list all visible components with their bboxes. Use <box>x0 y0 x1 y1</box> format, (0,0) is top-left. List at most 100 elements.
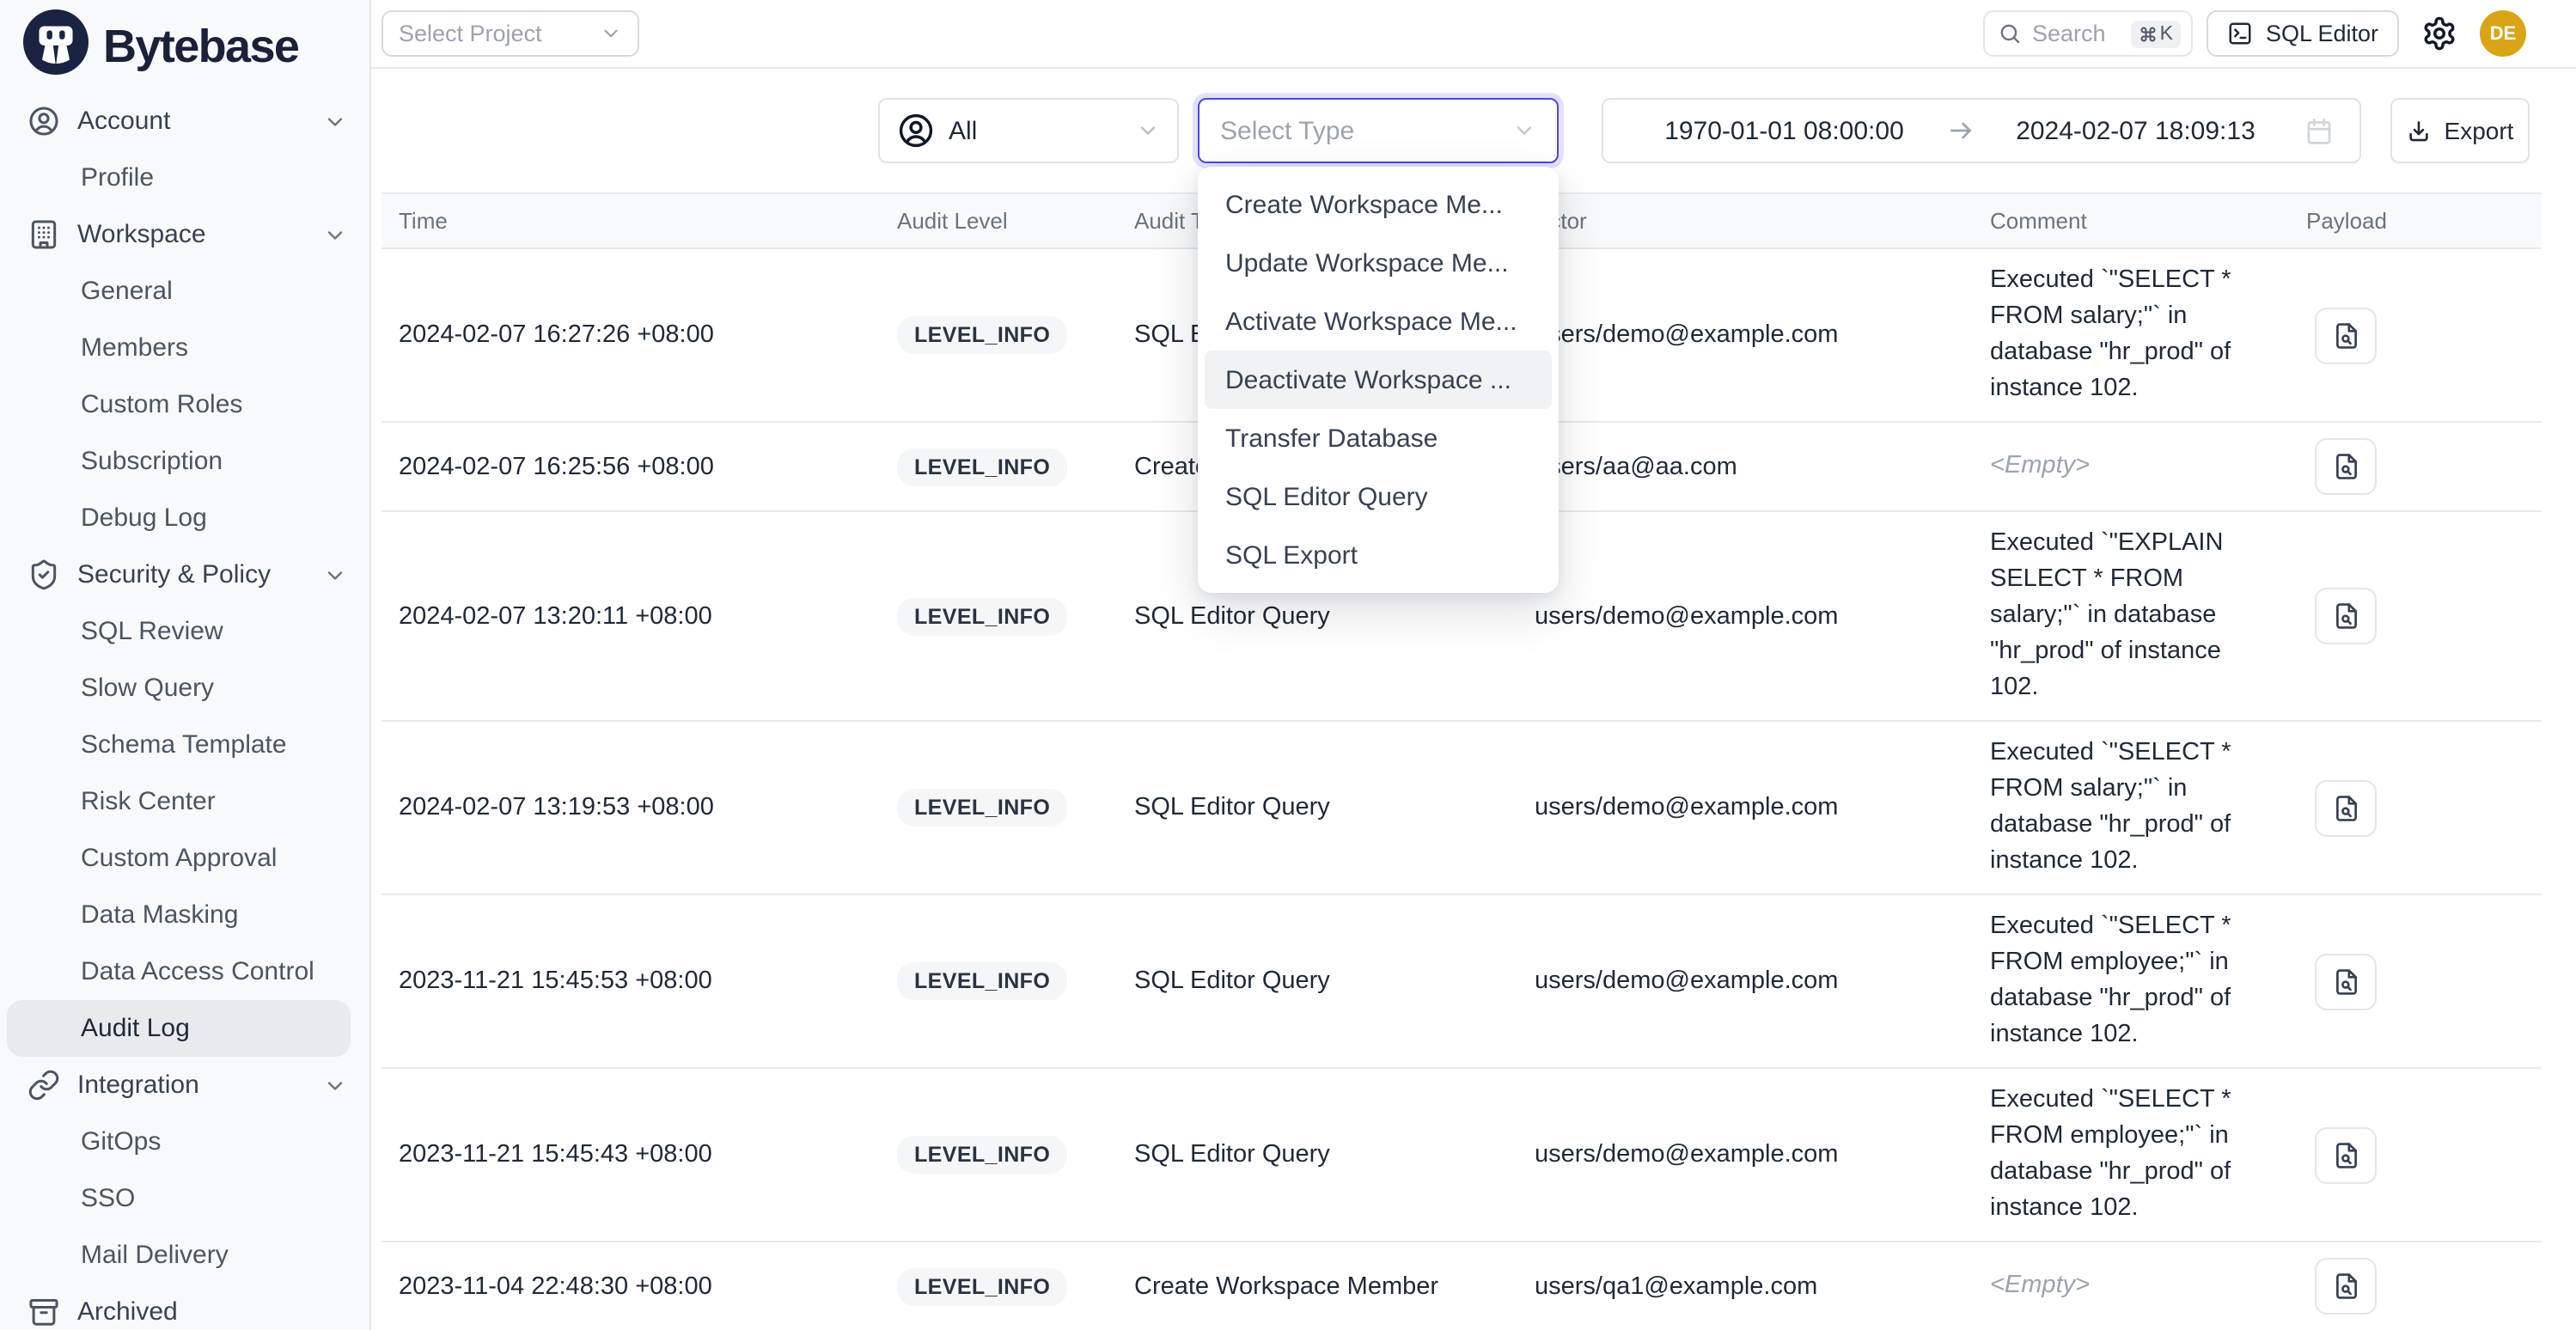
payload-view-button[interactable] <box>2315 1126 2377 1183</box>
bytebase-logo-icon <box>22 9 89 84</box>
table-row: 2023-11-21 15:45:43 +08:00 LEVEL_INFO SQ… <box>382 1069 2542 1242</box>
date-from: 1970-01-01 08:00:00 <box>1629 116 1939 145</box>
audit-level-badge: LEVEL_INFO <box>897 1267 1067 1305</box>
menu-item-create-workspace-member[interactable]: Create Workspace Me... <box>1205 175 1552 234</box>
download-icon <box>2407 118 2433 143</box>
file-search-icon <box>2331 967 2360 996</box>
cell-time: 2023-11-21 15:45:53 +08:00 <box>382 967 897 995</box>
column-header-comment: Comment <box>1990 208 2306 234</box>
cell-time: 2024-02-07 13:19:53 +08:00 <box>382 794 897 821</box>
chevron-down-icon <box>323 563 347 587</box>
payload-view-button[interactable] <box>2315 779 2377 836</box>
sidebar-nav: Account Profile Workspace General Member… <box>0 93 369 1330</box>
export-button[interactable]: Export <box>2390 98 2530 163</box>
payload-view-button[interactable] <box>2315 588 2377 644</box>
sidebar-item-custom-roles[interactable]: Custom Roles <box>0 376 369 433</box>
sidebar-item-risk-center[interactable]: Risk Center <box>0 773 369 830</box>
sidebar-item-subscription[interactable]: Subscription <box>0 433 369 490</box>
type-filter-select[interactable]: Select Type <box>1198 98 1559 163</box>
shield-check-icon <box>27 558 60 591</box>
chevron-down-icon <box>323 223 347 247</box>
menu-item-sql-editor-query[interactable]: SQL Editor Query <box>1205 467 1552 526</box>
bytebase-logo[interactable]: Bytebase <box>22 9 298 84</box>
sql-editor-button[interactable]: SQL Editor <box>2207 10 2399 57</box>
sidebar-item-profile[interactable]: Profile <box>0 149 369 206</box>
avatar[interactable]: DE <box>2480 10 2526 57</box>
sidebar-item-label: Archived <box>77 1297 178 1327</box>
user-circle-icon <box>897 112 935 149</box>
type-filter-dropdown-menu: Create Workspace Me... Update Workspace … <box>1198 167 1559 593</box>
search-input[interactable]: Search K <box>1984 10 2194 57</box>
actor-filter-select[interactable]: All <box>878 98 1179 163</box>
sidebar-item-members[interactable]: Members <box>0 320 369 376</box>
cell-actor: users/demo@example.com <box>1535 794 1990 821</box>
sidebar-item-audit-log[interactable]: Audit Log <box>7 1000 351 1057</box>
sidebar-item-data-access-control[interactable]: Data Access Control <box>0 943 369 1000</box>
cell-audit-type: SQL Editor Query <box>1134 1141 1535 1168</box>
sidebar-item-mail-delivery[interactable]: Mail Delivery <box>0 1227 369 1284</box>
sidebar-item-sso[interactable]: SSO <box>0 1170 369 1227</box>
menu-item-transfer-database[interactable]: Transfer Database <box>1205 409 1552 467</box>
menu-item-sql-export[interactable]: SQL Export <box>1205 526 1552 584</box>
cell-comment: Executed `"SELECT * FROM employee;"` in … <box>1990 1083 2268 1227</box>
cell-actor: users/demo@example.com <box>1535 1141 1990 1168</box>
audit-level-badge: LEVEL_INFO <box>897 448 1067 485</box>
sidebar-item-data-masking[interactable]: Data Masking <box>0 887 369 943</box>
file-search-icon <box>2331 320 2360 350</box>
cell-actor: users/aa@aa.com <box>1535 453 1990 480</box>
sidebar-item-workspace[interactable]: Workspace <box>0 206 369 263</box>
cell-audit-type: SQL Editor Query <box>1134 967 1535 995</box>
sidebar-item-schema-template[interactable]: Schema Template <box>0 717 369 773</box>
topbar-right: Search K SQL Editor DE <box>1984 10 2526 57</box>
sidebar-item-label: Workspace <box>77 220 206 249</box>
sidebar-item-archived[interactable]: Archived <box>0 1284 369 1330</box>
cell-audit-type: SQL Editor Query <box>1134 794 1535 821</box>
menu-item-activate-workspace-member[interactable]: Activate Workspace Me... <box>1205 292 1552 351</box>
payload-view-button[interactable] <box>2315 1258 2377 1315</box>
sidebar-item-slow-query[interactable]: Slow Query <box>0 660 369 717</box>
date-range-picker[interactable]: 1970-01-01 08:00:00 2024-02-07 18:09:13 <box>1602 98 2361 163</box>
sidebar-item-account[interactable]: Account <box>0 93 369 149</box>
cell-comment: Executed `"SELECT * FROM salary;"` in da… <box>1990 263 2268 407</box>
sidebar-item-label: Account <box>77 107 170 136</box>
sidebar-item-custom-approval[interactable]: Custom Approval <box>0 830 369 887</box>
cell-audit-type: Create Workspace Member <box>1134 1272 1535 1300</box>
menu-item-deactivate-workspace-member[interactable]: Deactivate Workspace ... <box>1205 351 1552 409</box>
link-icon <box>27 1069 60 1101</box>
project-select[interactable]: Select Project <box>382 10 639 57</box>
file-search-icon <box>2331 601 2360 631</box>
command-icon <box>2140 25 2157 42</box>
sidebar-item-label: Security & Policy <box>77 560 271 589</box>
sidebar-item-gitops[interactable]: GitOps <box>0 1113 369 1170</box>
arrow-right-icon <box>1946 117 1974 144</box>
sidebar-item-general[interactable]: General <box>0 263 369 320</box>
chevron-down-icon <box>600 22 622 45</box>
payload-view-button[interactable] <box>2315 438 2377 495</box>
search-placeholder: Search <box>2032 21 2131 46</box>
search-icon <box>1999 22 2022 45</box>
payload-view-button[interactable] <box>2315 953 2377 1010</box>
file-search-icon <box>2331 452 2360 481</box>
brand-name: Bytebase <box>103 20 298 73</box>
sidebar-item-security-policy[interactable]: Security & Policy <box>0 546 369 603</box>
table-row: 2023-11-04 22:48:30 +08:00 LEVEL_INFO Cr… <box>382 1242 2542 1330</box>
building-icon <box>27 218 60 251</box>
app-window: Bytebase Account Profile Workspace Gener… <box>0 0 2576 1330</box>
cell-comment: Executed `"EXPLAIN SELECT * FROM salary;… <box>1990 526 2268 706</box>
project-select-placeholder: Select Project <box>399 21 542 46</box>
cell-time: 2023-11-21 15:45:43 +08:00 <box>382 1141 897 1168</box>
menu-item-update-workspace-member[interactable]: Update Workspace Me... <box>1205 234 1552 292</box>
sidebar-item-debug-log[interactable]: Debug Log <box>0 490 369 546</box>
sidebar-item-label: Integration <box>77 1071 199 1100</box>
gear-icon[interactable] <box>2421 15 2457 52</box>
chevron-down-icon <box>323 109 347 133</box>
file-search-icon <box>2331 793 2360 822</box>
topbar: Select Project Search K SQL Editor DE <box>371 0 2576 69</box>
sidebar-item-sql-review[interactable]: SQL Review <box>0 603 369 660</box>
chevron-down-icon <box>1512 119 1536 143</box>
sidebar-item-integration[interactable]: Integration <box>0 1057 369 1113</box>
audit-level-badge: LEVEL_INFO <box>897 789 1067 827</box>
cell-comment: <Empty> <box>1990 1268 2268 1304</box>
payload-view-button[interactable] <box>2315 307 2377 363</box>
archive-icon <box>27 1296 60 1328</box>
